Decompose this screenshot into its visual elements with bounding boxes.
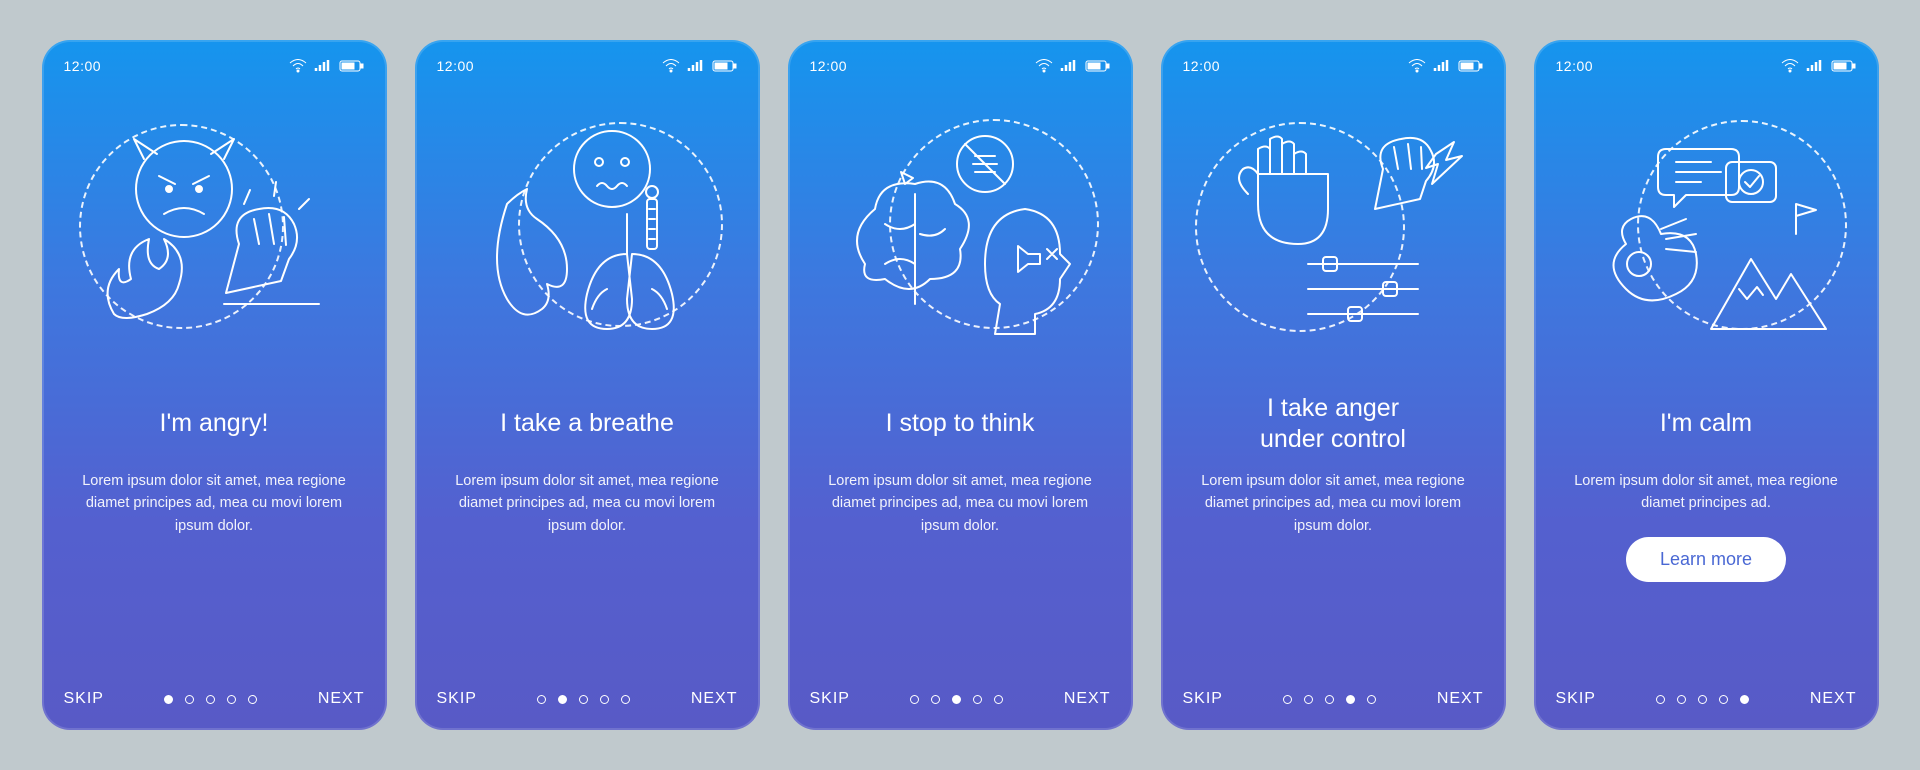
- screen-description: Lorem ipsum dolor sit amet, mea regione …: [437, 470, 738, 537]
- dot-2[interactable]: [1677, 695, 1686, 704]
- screen-description: Lorem ipsum dolor sit amet, mea regione …: [1556, 470, 1857, 515]
- status-time: 12:00: [437, 58, 475, 74]
- status-time: 12:00: [64, 58, 102, 74]
- signal-icon: [687, 59, 705, 73]
- dot-5[interactable]: [1740, 695, 1749, 704]
- skip-button[interactable]: SKIP: [1183, 690, 1223, 708]
- status-bar: 12:00: [810, 58, 1111, 74]
- screen-description: Lorem ipsum dolor sit amet, mea regione …: [810, 470, 1111, 537]
- nav-bar: SKIP NEXT: [1183, 670, 1484, 708]
- status-time: 12:00: [810, 58, 848, 74]
- page-dots: [537, 695, 630, 704]
- dot-5[interactable]: [1367, 695, 1376, 704]
- wifi-icon: [1781, 59, 1799, 73]
- illustration-control: [1183, 104, 1484, 364]
- screen-description: Lorem ipsum dolor sit amet, mea regione …: [64, 470, 365, 537]
- status-icons: [1781, 59, 1857, 73]
- wifi-icon: [662, 59, 680, 73]
- screen-description: Lorem ipsum dolor sit amet, mea regione …: [1183, 470, 1484, 537]
- status-bar: 12:00: [1183, 58, 1484, 74]
- status-icons: [289, 59, 365, 73]
- skip-button[interactable]: SKIP: [437, 690, 477, 708]
- onboarding-screen-4: 12:00 I take anger under control Lorem i…: [1161, 40, 1506, 730]
- wifi-icon: [1408, 59, 1426, 73]
- status-time: 12:00: [1183, 58, 1221, 74]
- status-time: 12:00: [1556, 58, 1594, 74]
- onboarding-screen-5: 12:00 I'm calm Lorem ipsum dolor sit ame…: [1534, 40, 1879, 730]
- dot-3[interactable]: [1698, 695, 1707, 704]
- page-dots: [1656, 695, 1749, 704]
- dot-1[interactable]: [164, 695, 173, 704]
- nav-bar: SKIP NEXT: [1556, 670, 1857, 708]
- signal-icon: [1806, 59, 1824, 73]
- wifi-icon: [289, 59, 307, 73]
- onboarding-screen-3: 12:00 I stop to think Lorem ipsum dolor …: [788, 40, 1133, 730]
- screen-title: I'm calm: [1556, 392, 1857, 456]
- page-dots: [910, 695, 1003, 704]
- battery-icon: [1085, 59, 1111, 73]
- nav-bar: SKIP NEXT: [810, 670, 1111, 708]
- skip-button[interactable]: SKIP: [1556, 690, 1596, 708]
- status-bar: 12:00: [64, 58, 365, 74]
- next-button[interactable]: NEXT: [1064, 690, 1111, 708]
- illustration-calm: [1556, 104, 1857, 364]
- screen-title: I'm angry!: [64, 392, 365, 456]
- dot-4[interactable]: [227, 695, 236, 704]
- status-icons: [662, 59, 738, 73]
- dot-2[interactable]: [185, 695, 194, 704]
- next-button[interactable]: NEXT: [1810, 690, 1857, 708]
- page-dots: [164, 695, 257, 704]
- illustration-breathe: [437, 104, 738, 364]
- signal-icon: [314, 59, 332, 73]
- dot-3[interactable]: [1325, 695, 1334, 704]
- dot-1[interactable]: [910, 695, 919, 704]
- dot-2[interactable]: [558, 695, 567, 704]
- wifi-icon: [1035, 59, 1053, 73]
- dot-4[interactable]: [973, 695, 982, 704]
- onboarding-screen-2: 12:00 I take a breathe Lorem ipsum dolor…: [415, 40, 760, 730]
- skip-button[interactable]: SKIP: [64, 690, 104, 708]
- battery-icon: [339, 59, 365, 73]
- learn-more-button[interactable]: Learn more: [1626, 537, 1786, 582]
- dot-1[interactable]: [1656, 695, 1665, 704]
- status-bar: 12:00: [1556, 58, 1857, 74]
- signal-icon: [1060, 59, 1078, 73]
- next-button[interactable]: NEXT: [318, 690, 365, 708]
- illustration-think: [810, 104, 1111, 364]
- status-bar: 12:00: [437, 58, 738, 74]
- skip-button[interactable]: SKIP: [810, 690, 850, 708]
- dot-4[interactable]: [1719, 695, 1728, 704]
- dot-5[interactable]: [621, 695, 630, 704]
- status-icons: [1035, 59, 1111, 73]
- status-icons: [1408, 59, 1484, 73]
- dot-4[interactable]: [600, 695, 609, 704]
- battery-icon: [712, 59, 738, 73]
- cta-row: Learn more: [1556, 537, 1857, 582]
- screen-title: I stop to think: [810, 392, 1111, 456]
- dot-3[interactable]: [579, 695, 588, 704]
- signal-icon: [1433, 59, 1451, 73]
- page-dots: [1283, 695, 1376, 704]
- dot-2[interactable]: [931, 695, 940, 704]
- dot-5[interactable]: [994, 695, 1003, 704]
- next-button[interactable]: NEXT: [1437, 690, 1484, 708]
- battery-icon: [1831, 59, 1857, 73]
- onboarding-screen-1: 12:00 I'm angry! Lorem ipsum dolor sit a…: [42, 40, 387, 730]
- screen-title: I take anger under control: [1183, 392, 1484, 456]
- nav-bar: SKIP NEXT: [437, 670, 738, 708]
- dot-3[interactable]: [952, 695, 961, 704]
- next-button[interactable]: NEXT: [691, 690, 738, 708]
- screen-title: I take a breathe: [437, 392, 738, 456]
- dot-2[interactable]: [1304, 695, 1313, 704]
- nav-bar: SKIP NEXT: [64, 670, 365, 708]
- dot-4[interactable]: [1346, 695, 1355, 704]
- dot-1[interactable]: [1283, 695, 1292, 704]
- dot-1[interactable]: [537, 695, 546, 704]
- battery-icon: [1458, 59, 1484, 73]
- dot-5[interactable]: [248, 695, 257, 704]
- dot-3[interactable]: [206, 695, 215, 704]
- illustration-angry: [64, 104, 365, 364]
